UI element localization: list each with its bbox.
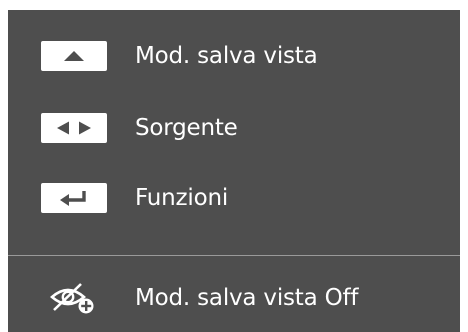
enter-key-button[interactable] (41, 183, 107, 213)
eye-saver-off-icon (50, 283, 94, 314)
left-right-key-button[interactable] (41, 113, 107, 143)
up-key-button[interactable] (41, 41, 107, 71)
menu-item-functions[interactable]: Funzioni (8, 178, 460, 218)
menu-item-eye-saver[interactable]: Mod. salva vista (8, 36, 460, 76)
menu-item-source[interactable]: Sorgente (8, 108, 460, 148)
left-right-arrow-icon (57, 121, 91, 135)
divider (8, 255, 460, 256)
status-eye-saver: Mod. salva vista Off (8, 278, 460, 318)
menu-item-label: Funzioni (135, 185, 229, 211)
up-arrow-icon (64, 51, 84, 61)
status-label: Mod. salva vista Off (135, 285, 359, 311)
menu-item-label: Sorgente (135, 115, 238, 141)
enter-return-icon (60, 191, 86, 206)
osd-menu-panel: Mod. salva vista Sorgente Funzioni Mod. … (8, 10, 460, 332)
menu-item-label: Mod. salva vista (135, 43, 318, 69)
